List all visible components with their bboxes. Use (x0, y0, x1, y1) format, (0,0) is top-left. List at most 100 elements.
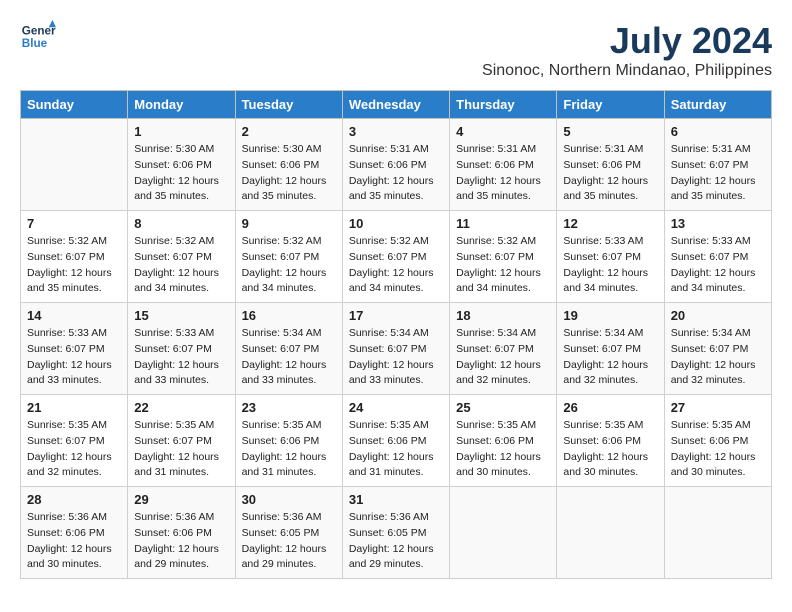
day-number: 15 (134, 308, 228, 323)
day-info: Sunrise: 5:36 AMSunset: 6:05 PMDaylight:… (242, 510, 336, 573)
week-row-5: 28 Sunrise: 5:36 AMSunset: 6:06 PMDayligh… (21, 487, 772, 579)
day-info: Sunrise: 5:36 AMSunset: 6:06 PMDaylight:… (134, 510, 228, 573)
day-info: Sunrise: 5:31 AMSunset: 6:06 PMDaylight:… (456, 142, 550, 205)
day-cell: 1 Sunrise: 5:30 AMSunset: 6:06 PMDaylight… (128, 119, 235, 211)
day-cell: 9 Sunrise: 5:32 AMSunset: 6:07 PMDaylight… (235, 211, 342, 303)
day-cell: 30 Sunrise: 5:36 AMSunset: 6:05 PMDayligh… (235, 487, 342, 579)
day-number: 6 (671, 124, 765, 139)
day-number: 26 (563, 400, 657, 415)
day-cell: 25 Sunrise: 5:35 AMSunset: 6:06 PMDayligh… (450, 395, 557, 487)
day-cell: 13Sunrise: 5:33 AMSunset: 6:07 PMDayligh… (664, 211, 771, 303)
main-title: July 2024 (482, 20, 772, 62)
day-cell: 2Sunrise: 5:30 AMSunset: 6:06 PMDaylight… (235, 119, 342, 211)
day-info: Sunrise: 5:31 AMSunset: 6:07 PMDaylight:… (671, 142, 765, 205)
day-number: 13 (671, 216, 765, 231)
week-row-1: 1 Sunrise: 5:30 AMSunset: 6:06 PMDaylight… (21, 119, 772, 211)
day-number: 17 (349, 308, 443, 323)
week-row-3: 14Sunrise: 5:33 AMSunset: 6:07 PMDayligh… (21, 303, 772, 395)
day-info: Sunrise: 5:32 AMSunset: 6:07 PMDaylight:… (27, 234, 121, 297)
column-header-wednesday: Wednesday (342, 91, 449, 119)
day-info: Sunrise: 5:35 AMSunset: 6:06 PMDaylight:… (456, 418, 550, 481)
day-cell: 24Sunrise: 5:35 AMSunset: 6:06 PMDayligh… (342, 395, 449, 487)
day-cell: 29 Sunrise: 5:36 AMSunset: 6:06 PMDayligh… (128, 487, 235, 579)
day-number: 21 (27, 400, 121, 415)
day-number: 3 (349, 124, 443, 139)
day-info: Sunrise: 5:35 AMSunset: 6:06 PMDaylight:… (242, 418, 336, 481)
day-cell: 22 Sunrise: 5:35 AMSunset: 6:07 PMDayligh… (128, 395, 235, 487)
day-number: 22 (134, 400, 228, 415)
day-number: 25 (456, 400, 550, 415)
week-row-2: 7 Sunrise: 5:32 AMSunset: 6:07 PMDaylight… (21, 211, 772, 303)
day-cell: 16Sunrise: 5:34 AMSunset: 6:07 PMDayligh… (235, 303, 342, 395)
day-info: Sunrise: 5:31 AMSunset: 6:06 PMDaylight:… (563, 142, 657, 205)
day-cell: 5 Sunrise: 5:31 AMSunset: 6:06 PMDaylight… (557, 119, 664, 211)
column-header-monday: Monday (128, 91, 235, 119)
day-number: 29 (134, 492, 228, 507)
day-cell: 18Sunrise: 5:34 AMSunset: 6:07 PMDayligh… (450, 303, 557, 395)
day-cell (450, 487, 557, 579)
svg-text:Blue: Blue (22, 37, 48, 50)
day-cell: 19Sunrise: 5:34 AMSunset: 6:07 PMDayligh… (557, 303, 664, 395)
day-info: Sunrise: 5:34 AMSunset: 6:07 PMDaylight:… (349, 326, 443, 389)
day-info: Sunrise: 5:34 AMSunset: 6:07 PMDaylight:… (563, 326, 657, 389)
day-cell: 17 Sunrise: 5:34 AMSunset: 6:07 PMDayligh… (342, 303, 449, 395)
day-cell (21, 119, 128, 211)
logo-icon: General Blue (20, 20, 56, 56)
day-cell: 8 Sunrise: 5:32 AMSunset: 6:07 PMDaylight… (128, 211, 235, 303)
day-number: 30 (242, 492, 336, 507)
day-cell: 15Sunrise: 5:33 AMSunset: 6:07 PMDayligh… (128, 303, 235, 395)
day-cell (557, 487, 664, 579)
title-area: July 2024 Sinonoc, Northern Mindanao, Ph… (482, 20, 772, 80)
day-cell: 28 Sunrise: 5:36 AMSunset: 6:06 PMDayligh… (21, 487, 128, 579)
logo: General Blue (20, 20, 56, 56)
day-info: Sunrise: 5:32 AMSunset: 6:07 PMDaylight:… (242, 234, 336, 297)
day-cell: 14Sunrise: 5:33 AMSunset: 6:07 PMDayligh… (21, 303, 128, 395)
subtitle: Sinonoc, Northern Mindanao, Philippines (482, 62, 772, 80)
day-cell (664, 487, 771, 579)
day-info: Sunrise: 5:32 AMSunset: 6:07 PMDaylight:… (349, 234, 443, 297)
day-cell: 11 Sunrise: 5:32 AMSunset: 6:07 PMDayligh… (450, 211, 557, 303)
day-info: Sunrise: 5:32 AMSunset: 6:07 PMDaylight:… (134, 234, 228, 297)
day-info: Sunrise: 5:34 AMSunset: 6:07 PMDaylight:… (671, 326, 765, 389)
day-cell: 10Sunrise: 5:32 AMSunset: 6:07 PMDayligh… (342, 211, 449, 303)
day-info: Sunrise: 5:36 AMSunset: 6:06 PMDaylight:… (27, 510, 121, 573)
day-info: Sunrise: 5:34 AMSunset: 6:07 PMDaylight:… (456, 326, 550, 389)
day-info: Sunrise: 5:32 AMSunset: 6:07 PMDaylight:… (456, 234, 550, 297)
day-info: Sunrise: 5:35 AMSunset: 6:06 PMDaylight:… (349, 418, 443, 481)
day-info: Sunrise: 5:35 AMSunset: 6:07 PMDaylight:… (27, 418, 121, 481)
day-number: 12 (563, 216, 657, 231)
day-info: Sunrise: 5:33 AMSunset: 6:07 PMDaylight:… (27, 326, 121, 389)
day-info: Sunrise: 5:34 AMSunset: 6:07 PMDaylight:… (242, 326, 336, 389)
day-info: Sunrise: 5:35 AMSunset: 6:07 PMDaylight:… (134, 418, 228, 481)
day-info: Sunrise: 5:30 AMSunset: 6:06 PMDaylight:… (134, 142, 228, 205)
day-info: Sunrise: 5:36 AMSunset: 6:05 PMDaylight:… (349, 510, 443, 573)
day-number: 5 (563, 124, 657, 139)
day-number: 9 (242, 216, 336, 231)
day-cell: 23 Sunrise: 5:35 AMSunset: 6:06 PMDayligh… (235, 395, 342, 487)
day-cell: 26Sunrise: 5:35 AMSunset: 6:06 PMDayligh… (557, 395, 664, 487)
day-cell: 6 Sunrise: 5:31 AMSunset: 6:07 PMDaylight… (664, 119, 771, 211)
column-header-friday: Friday (557, 91, 664, 119)
day-number: 23 (242, 400, 336, 415)
day-number: 27 (671, 400, 765, 415)
day-number: 28 (27, 492, 121, 507)
day-info: Sunrise: 5:33 AMSunset: 6:07 PMDaylight:… (563, 234, 657, 297)
day-number: 11 (456, 216, 550, 231)
header-row: SundayMondayTuesdayWednesdayThursdayFrid… (21, 91, 772, 119)
column-header-tuesday: Tuesday (235, 91, 342, 119)
column-header-thursday: Thursday (450, 91, 557, 119)
day-cell: 20Sunrise: 5:34 AMSunset: 6:07 PMDayligh… (664, 303, 771, 395)
day-cell: 7 Sunrise: 5:32 AMSunset: 6:07 PMDaylight… (21, 211, 128, 303)
day-number: 1 (134, 124, 228, 139)
column-header-saturday: Saturday (664, 91, 771, 119)
day-cell: 21 Sunrise: 5:35 AMSunset: 6:07 PMDayligh… (21, 395, 128, 487)
column-header-sunday: Sunday (21, 91, 128, 119)
day-number: 4 (456, 124, 550, 139)
day-cell: 3 Sunrise: 5:31 AMSunset: 6:06 PMDaylight… (342, 119, 449, 211)
day-number: 7 (27, 216, 121, 231)
day-cell: 4 Sunrise: 5:31 AMSunset: 6:06 PMDaylight… (450, 119, 557, 211)
day-info: Sunrise: 5:31 AMSunset: 6:06 PMDaylight:… (349, 142, 443, 205)
day-info: Sunrise: 5:30 AMSunset: 6:06 PMDaylight:… (242, 142, 336, 205)
day-number: 31 (349, 492, 443, 507)
day-number: 8 (134, 216, 228, 231)
